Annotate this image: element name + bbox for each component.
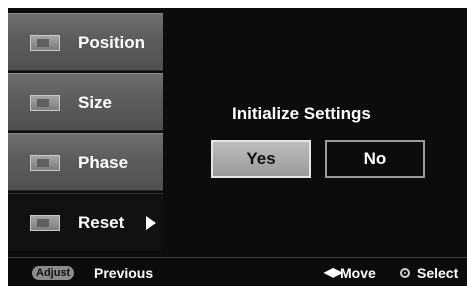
select-label: Select — [417, 265, 459, 281]
sidebar-item-label: Reset — [78, 213, 125, 232]
select-button-icon — [400, 268, 410, 278]
sidebar-item-label: Position — [78, 33, 146, 52]
no-button[interactable]: No — [325, 140, 425, 178]
position-icon — [30, 35, 60, 51]
move-label: Move — [340, 265, 376, 281]
adjust-key-icon: Adjust — [32, 266, 75, 280]
sidebar-item-reset[interactable]: Reset — [8, 193, 163, 251]
sidebar-item-phase[interactable]: Phase — [8, 133, 163, 191]
dialog-title: Initialize Settings — [232, 104, 371, 123]
previous-label: Previous — [94, 265, 154, 281]
arrow-right-icon — [146, 216, 156, 230]
reset-icon — [30, 215, 60, 231]
footer-divider — [8, 257, 467, 258]
footer-help-bar: Adjust Previous ◀▶ Move Select — [8, 263, 467, 283]
yes-button[interactable]: Yes — [211, 140, 311, 178]
phase-icon — [30, 155, 60, 171]
sidebar-menu: Position Size Phase Reset — [8, 13, 163, 253]
sidebar-item-position[interactable]: Position — [8, 13, 163, 71]
sidebar-item-size[interactable]: Size — [8, 73, 163, 131]
sidebar-item-label: Phase — [78, 153, 129, 172]
sidebar-item-label: Size — [78, 93, 113, 112]
size-icon — [30, 95, 60, 111]
